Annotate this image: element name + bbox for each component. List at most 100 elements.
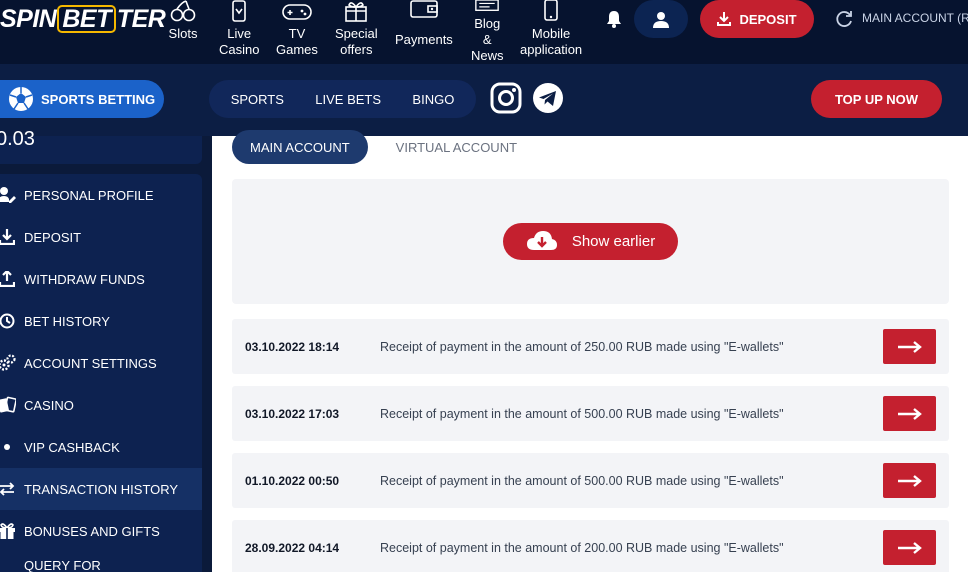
transaction-history-panel: MAIN ACCOUNT VIRTUAL ACCOUNT Show earlie… xyxy=(212,130,968,572)
telegram-icon[interactable] xyxy=(532,82,564,114)
tab-live-bets[interactable]: LIVE BETS xyxy=(315,92,381,107)
gears-icon xyxy=(0,354,16,372)
transaction-description: Receipt of payment in the amount of 200.… xyxy=(380,540,784,555)
sidebar-item-label: PERSONAL PROFILE xyxy=(24,187,154,203)
sidebar-item-query-for[interactable]: QUERY FOR xyxy=(0,552,202,572)
nav-special-offers-label: Special offers xyxy=(335,26,378,57)
tab-sports[interactable]: SPORTS xyxy=(231,92,284,107)
tab-bingo[interactable]: BINGO xyxy=(412,92,454,107)
secondary-navigation-bar: SPORTS BETTING SPORTS LIVE BETS BINGO TO… xyxy=(0,64,968,136)
download-icon xyxy=(0,228,16,246)
gamepad-icon xyxy=(282,4,312,20)
cards-icon xyxy=(0,396,16,414)
transfer-icon xyxy=(0,480,16,498)
transaction-details-button[interactable] xyxy=(883,530,936,565)
logo-text-spin: SPIN xyxy=(0,4,57,33)
sidebar-item-casino[interactable]: CASINO xyxy=(0,384,202,426)
mobile-icon xyxy=(544,0,558,21)
transaction-description: Receipt of payment in the amount of 250.… xyxy=(380,339,784,354)
sports-betting-button[interactable]: SPORTS BETTING xyxy=(0,80,164,118)
nav-tv-games[interactable]: TV Games xyxy=(276,0,318,58)
transaction-description: Receipt of payment in the amount of 500.… xyxy=(380,473,784,488)
arrow-right-icon xyxy=(897,340,922,353)
transaction-date: 28.09.2022 04:14 xyxy=(245,540,340,555)
show-earlier-container: Show earlier xyxy=(232,179,949,304)
transaction-date: 01.10.2022 00:50 xyxy=(245,473,340,488)
sidebar-item-label: BONUSES AND GIFTS xyxy=(24,523,160,539)
tab-virtual-account[interactable]: VIRTUAL ACCOUNT xyxy=(378,130,535,164)
nav-slots-label: Slots xyxy=(168,26,198,41)
dot-icon xyxy=(0,438,16,456)
tab-main-account[interactable]: MAIN ACCOUNT xyxy=(232,130,368,164)
sidebar-item-transaction-history[interactable]: TRANSACTION HISTORY xyxy=(0,468,202,510)
newspaper-icon xyxy=(475,0,500,11)
nav-mobile-application[interactable]: Mobile application xyxy=(520,0,582,58)
sidebar-item-withdraw-funds[interactable]: WITHDRAW FUNDS xyxy=(0,258,202,300)
balance-value: 0.03 xyxy=(0,128,35,150)
top-navigation-bar: SPIN BET TER Slots Live Casino TV Games Sp… xyxy=(0,0,968,64)
nav-payments[interactable]: Payments xyxy=(395,0,453,48)
sidebar-item-label: WITHDRAW FUNDS xyxy=(24,271,145,287)
nav-payments-label: Payments xyxy=(395,32,453,47)
instagram-icon[interactable] xyxy=(490,82,522,114)
sidebar-item-bet-history[interactable]: BET HISTORY xyxy=(0,300,202,342)
download-icon xyxy=(717,12,732,26)
arrow-right-icon xyxy=(897,407,922,420)
sidebar-item-label: VIP CASHBACK xyxy=(24,439,120,455)
sidebar-item-label: BET HISTORY xyxy=(24,313,110,329)
nav-tv-games-label: TV Games xyxy=(276,26,318,57)
transaction-row: 01.10.2022 00:50 Receipt of payment in t… xyxy=(232,453,949,508)
transaction-row: 03.10.2022 17:03 Receipt of payment in t… xyxy=(232,386,949,441)
transaction-row: 28.09.2022 04:14 Receipt of payment in t… xyxy=(232,520,949,572)
nav-live-casino-label: Live Casino xyxy=(219,26,260,57)
nav-mobile-application-label: Mobile application xyxy=(520,26,583,57)
history-icon xyxy=(0,312,16,330)
transaction-date: 03.10.2022 17:03 xyxy=(245,406,340,421)
show-earlier-button[interactable]: Show earlier xyxy=(503,223,678,260)
soccer-ball-icon xyxy=(9,87,33,111)
nav-blog-news[interactable]: Blog & News xyxy=(471,0,504,64)
main-account-selector[interactable]: MAIN ACCOUNT (RU xyxy=(862,11,968,25)
cloud-download-icon xyxy=(526,230,557,250)
arrow-right-icon xyxy=(897,541,922,554)
transaction-date: 03.10.2022 18:14 xyxy=(245,339,340,354)
profile-edit-icon xyxy=(0,186,16,204)
sports-tabs: SPORTS LIVE BETS BINGO xyxy=(209,80,476,118)
bell-icon[interactable] xyxy=(606,10,622,28)
sidebar-item-vip-cashback[interactable]: VIP CASHBACK xyxy=(0,426,202,468)
nav-special-offers[interactable]: Special offers xyxy=(335,0,378,58)
sidebar-item-label: CASINO xyxy=(24,397,74,413)
sidebar-item-label: DEPOSIT xyxy=(24,229,82,245)
refresh-icon[interactable] xyxy=(834,9,854,29)
nav-slots[interactable]: Slots xyxy=(168,0,198,42)
nav-live-casino[interactable]: Live Casino xyxy=(219,0,259,58)
spinbetter-logo[interactable]: SPIN BET TER xyxy=(0,4,166,34)
cherries-icon xyxy=(170,0,196,22)
sidebar-item-deposit[interactable]: DEPOSIT xyxy=(0,216,202,258)
sports-betting-label: SPORTS BETTING xyxy=(41,91,156,107)
sidebar-item-personal-profile[interactable]: PERSONAL PROFILE xyxy=(0,174,202,216)
sidebar-item-label: TRANSACTION HISTORY xyxy=(24,481,179,497)
transaction-description: Receipt of payment in the amount of 500.… xyxy=(380,406,784,421)
user-icon xyxy=(653,11,669,28)
transaction-details-button[interactable] xyxy=(883,329,936,364)
gift-icon xyxy=(345,2,368,22)
arrow-right-icon xyxy=(897,474,922,487)
logo-text-ter: TER xyxy=(116,4,166,33)
gift-icon xyxy=(0,522,16,540)
balance-display: 0.03 xyxy=(0,129,202,164)
account-sidebar: PERSONAL PROFILE DEPOSIT WITHDRAW FUNDS … xyxy=(0,174,202,572)
sidebar-item-label: QUERY FOR xyxy=(24,558,101,572)
top-up-now-button[interactable]: TOP UP NOW xyxy=(811,80,942,118)
phone-cards-icon xyxy=(232,0,247,22)
transaction-details-button[interactable] xyxy=(883,396,936,431)
sidebar-item-bonuses-and-gifts[interactable]: BONUSES AND GIFTS xyxy=(0,510,202,552)
transaction-details-button[interactable] xyxy=(883,463,936,498)
deposit-button[interactable]: DEPOSIT xyxy=(700,0,814,38)
upload-icon xyxy=(0,270,16,288)
show-earlier-label: Show earlier xyxy=(571,233,656,250)
sidebar-item-account-settings[interactable]: ACCOUNT SETTINGS xyxy=(0,342,202,384)
account-tabs: MAIN ACCOUNT VIRTUAL ACCOUNT xyxy=(232,130,535,164)
nav-blog-news-label: Blog & News xyxy=(471,16,504,63)
user-profile-button[interactable] xyxy=(634,0,688,38)
